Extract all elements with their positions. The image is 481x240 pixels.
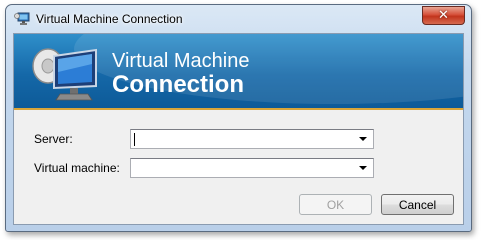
dropdown-arrow-icon[interactable] (359, 137, 367, 141)
ok-button[interactable]: OK (299, 194, 372, 215)
virtual-machine-combobox[interactable] (130, 158, 374, 178)
close-icon: ✕ (438, 8, 449, 23)
dialog-body: Virtual Machine Connection Server: Virtu… (13, 33, 464, 225)
server-combobox[interactable] (130, 129, 374, 149)
banner-title-line2: Connection (112, 71, 244, 98)
vm-connection-dialog: Virtual Machine Connection ✕ Virtual Mac… (5, 4, 472, 232)
text-caret (134, 133, 135, 146)
banner-title-line1: Virtual Machine (112, 50, 250, 72)
virtual-machine-label: Virtual machine: (34, 161, 120, 175)
server-label: Server: (34, 132, 73, 146)
cancel-button[interactable]: Cancel (381, 194, 454, 215)
vm-monitor-icon (32, 48, 97, 101)
ok-button-label: OK (326, 197, 345, 212)
dropdown-arrow-icon[interactable] (359, 166, 367, 170)
banner-divider (14, 108, 463, 110)
title-bar[interactable]: Virtual Machine Connection ✕ (6, 5, 471, 33)
window-title: Virtual Machine Connection (36, 12, 183, 26)
header-banner: Virtual Machine Connection (14, 34, 463, 108)
vm-app-icon (14, 12, 30, 25)
close-button[interactable]: ✕ (422, 6, 465, 25)
cancel-button-label: Cancel (398, 197, 437, 212)
